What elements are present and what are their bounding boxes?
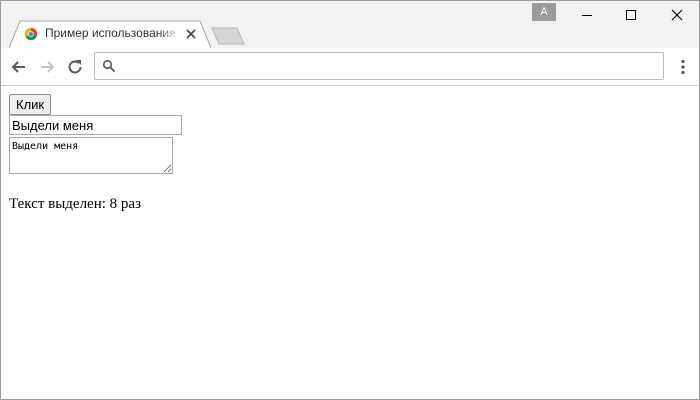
forward-arrow-icon[interactable] bbox=[37, 57, 57, 77]
new-tab-icon[interactable] bbox=[209, 27, 247, 45]
back-arrow-icon[interactable] bbox=[9, 57, 29, 77]
profile-badge[interactable]: A bbox=[532, 3, 556, 21]
click-button[interactable]: Клик bbox=[9, 94, 52, 115]
tab-title-fade bbox=[159, 24, 179, 44]
text-input[interactable] bbox=[9, 115, 182, 135]
search-icon bbox=[102, 59, 116, 73]
address-bar[interactable] bbox=[94, 52, 664, 80]
active-tab[interactable]: Пример использования bbox=[9, 20, 211, 48]
browser-toolbar bbox=[1, 48, 699, 86]
browser-window: Пример использования A Клик Выдели меня … bbox=[0, 0, 700, 400]
tab-strip: Пример использования A bbox=[1, 1, 699, 48]
minimize-icon[interactable] bbox=[577, 5, 597, 25]
selection-status: Текст выделен: 8 раз bbox=[9, 196, 141, 212]
window-close-icon[interactable] bbox=[667, 5, 687, 25]
address-input[interactable] bbox=[121, 56, 651, 74]
menu-dots-icon[interactable] bbox=[673, 57, 693, 77]
maximize-icon[interactable] bbox=[621, 5, 641, 25]
reload-icon[interactable] bbox=[65, 57, 85, 77]
text-area[interactable]: Выдели меня bbox=[9, 137, 173, 174]
chrome-favicon-icon bbox=[24, 27, 38, 41]
page-content: Клик Выдели меня Текст выделен: 8 раз bbox=[1, 86, 699, 399]
tab-title: Пример использования bbox=[45, 26, 176, 40]
close-icon[interactable] bbox=[185, 28, 197, 40]
